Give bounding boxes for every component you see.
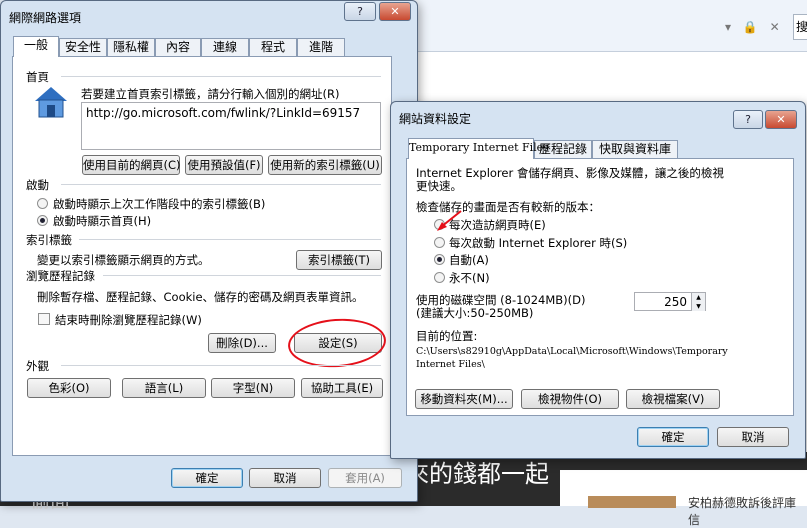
tab-content[interactable]: 內容	[155, 38, 201, 57]
current-location-path-line1: C:\Users\s82910g\AppData\Local\Microsoft…	[416, 346, 728, 357]
stepper-up-icon[interactable]: ▲	[691, 293, 705, 302]
home-page-heading: 首頁	[26, 70, 49, 84]
temporary-files-panel: Internet Explorer 會儲存網頁、影像及媒體，讓之後的檢視更快速。…	[406, 158, 794, 416]
help-button[interactable]: ?	[733, 110, 763, 129]
divider	[79, 239, 381, 240]
history-description: 刪除暫存檔、歷程記錄、Cookie、儲存的密碼及網頁表單資訊。	[37, 290, 364, 304]
tab-connections[interactable]: 連線	[201, 38, 249, 57]
startup-home-radio[interactable]	[37, 215, 48, 226]
divider	[103, 275, 381, 276]
check-never-radio[interactable]	[434, 272, 445, 283]
appearance-heading: 外觀	[26, 359, 49, 373]
cancel-button[interactable]: 取消	[249, 468, 321, 488]
tab-temporary-internet-files[interactable]: Temporary Internet Files	[408, 138, 549, 159]
address-bar-icons[interactable]: ▾ 🔒 ✕	[725, 20, 784, 34]
red-arrow-annotation	[435, 209, 465, 233]
home-page-icon	[33, 85, 69, 119]
delete-history-button[interactable]: 刪除(D)...	[208, 333, 276, 353]
divider	[61, 76, 381, 77]
ok-button[interactable]: 確定	[637, 427, 709, 447]
use-default-button[interactable]: 使用預設值(F)	[185, 155, 263, 175]
divider	[61, 184, 381, 185]
check-never-label[interactable]: 永不(N)	[449, 270, 490, 286]
startup-last-session-label[interactable]: 啟動時顯示上次工作階段中的索引標籤(B)	[53, 196, 265, 212]
cancel-button[interactable]: 取消	[717, 427, 789, 447]
delete-on-exit-label[interactable]: 結束時刪除瀏覽歷程記錄(W)	[55, 312, 202, 328]
tabs-description: 變更以索引標籤顯示網頁的方式。	[37, 253, 210, 267]
internet-options-dialog: 網際網路選項 ? ✕ 一般 安全性 隱私權 內容 連線 程式 進階 首頁 若要建…	[0, 0, 418, 502]
current-location-label: 目前的位置:	[416, 329, 478, 343]
tab-security[interactable]: 安全性	[59, 38, 107, 57]
startup-home-label[interactable]: 啟動時顯示首頁(H)	[53, 213, 151, 229]
red-circle-annotation	[286, 315, 388, 371]
tab-programs[interactable]: 程式	[249, 38, 297, 57]
search-box[interactable]: 搜	[793, 14, 807, 40]
accessibility-button[interactable]: 協助工具(E)	[301, 378, 383, 398]
view-objects-button[interactable]: 檢視物件(O)	[521, 389, 619, 409]
home-page-url: http://go.microsoft.com/fwlink/?LinkId=6…	[86, 106, 361, 120]
banner-headline: 來的錢都一起	[405, 460, 549, 488]
tab-general[interactable]: 一般	[13, 36, 59, 57]
check-automatic-radio[interactable]	[434, 254, 445, 265]
use-new-tab-button[interactable]: 使用新的索引標籤(U)	[268, 155, 382, 175]
close-button[interactable]: ✕	[379, 2, 411, 21]
disk-space-hint: (建議大小:50-250MB)	[416, 306, 534, 320]
dialog-title: 網站資料設定	[399, 112, 472, 126]
home-page-url-input[interactable]: http://go.microsoft.com/fwlink/?LinkId=6…	[81, 102, 381, 150]
check-automatic-label[interactable]: 自動(A)	[449, 252, 489, 268]
check-every-start-radio[interactable]	[434, 237, 445, 248]
colors-button[interactable]: 色彩(O)	[27, 378, 111, 398]
stepper-down-icon[interactable]: ▼	[691, 302, 705, 311]
tabs-settings-button[interactable]: 索引標籤(T)	[296, 250, 382, 270]
history-heading: 瀏覽歷程記錄	[26, 269, 95, 283]
tab-privacy[interactable]: 隱私權	[107, 38, 155, 57]
article-thumbnail[interactable]	[588, 496, 676, 508]
delete-on-exit-checkbox[interactable]	[38, 313, 50, 325]
dialog-title: 網際網路選項	[9, 11, 82, 25]
help-button[interactable]: ?	[344, 2, 376, 21]
article-title[interactable]: 安柏赫德敗訴後評庫信	[688, 494, 807, 528]
check-every-start-label[interactable]: 每次啟動 Internet Explorer 時(S)	[449, 235, 627, 251]
general-tab-panel: 首頁 若要建立首頁索引標籤，請分行輸入個別的網址(R) http://go.mi…	[12, 56, 392, 456]
apply-button[interactable]: 套用(A)	[328, 468, 402, 488]
view-files-button[interactable]: 檢視檔案(V)	[626, 389, 720, 409]
fonts-button[interactable]: 字型(N)	[211, 378, 295, 398]
divider	[61, 365, 381, 366]
startup-last-session-radio[interactable]	[37, 198, 48, 209]
tabs-heading: 索引標籤	[26, 233, 72, 247]
use-current-button[interactable]: 使用目前的網頁(C)	[82, 155, 181, 175]
disk-space-stepper[interactable]: 250 ▲ ▼	[634, 292, 706, 311]
tab-caches-databases[interactable]: 快取與資料庫	[592, 140, 678, 159]
website-data-settings-dialog: 網站資料設定 ? ✕ Temporary Internet Files 歷程記錄…	[390, 101, 806, 459]
languages-button[interactable]: 語言(L)	[122, 378, 206, 398]
startup-heading: 啟動	[26, 178, 49, 192]
close-button[interactable]: ✕	[765, 110, 797, 129]
ok-button[interactable]: 確定	[171, 468, 243, 488]
tab-advanced[interactable]: 進階	[297, 38, 345, 57]
home-page-instruction: 若要建立首頁索引標籤，請分行輸入個別的網址(R)	[81, 87, 340, 101]
cache-description: Internet Explorer 會儲存網頁、影像及媒體，讓之後的檢視更快速。	[416, 166, 724, 193]
disk-space-value: 250	[664, 295, 687, 309]
move-folder-button[interactable]: 移動資料夾(M)...	[415, 389, 513, 409]
current-location-path-line2: Internet Files\	[416, 359, 485, 370]
